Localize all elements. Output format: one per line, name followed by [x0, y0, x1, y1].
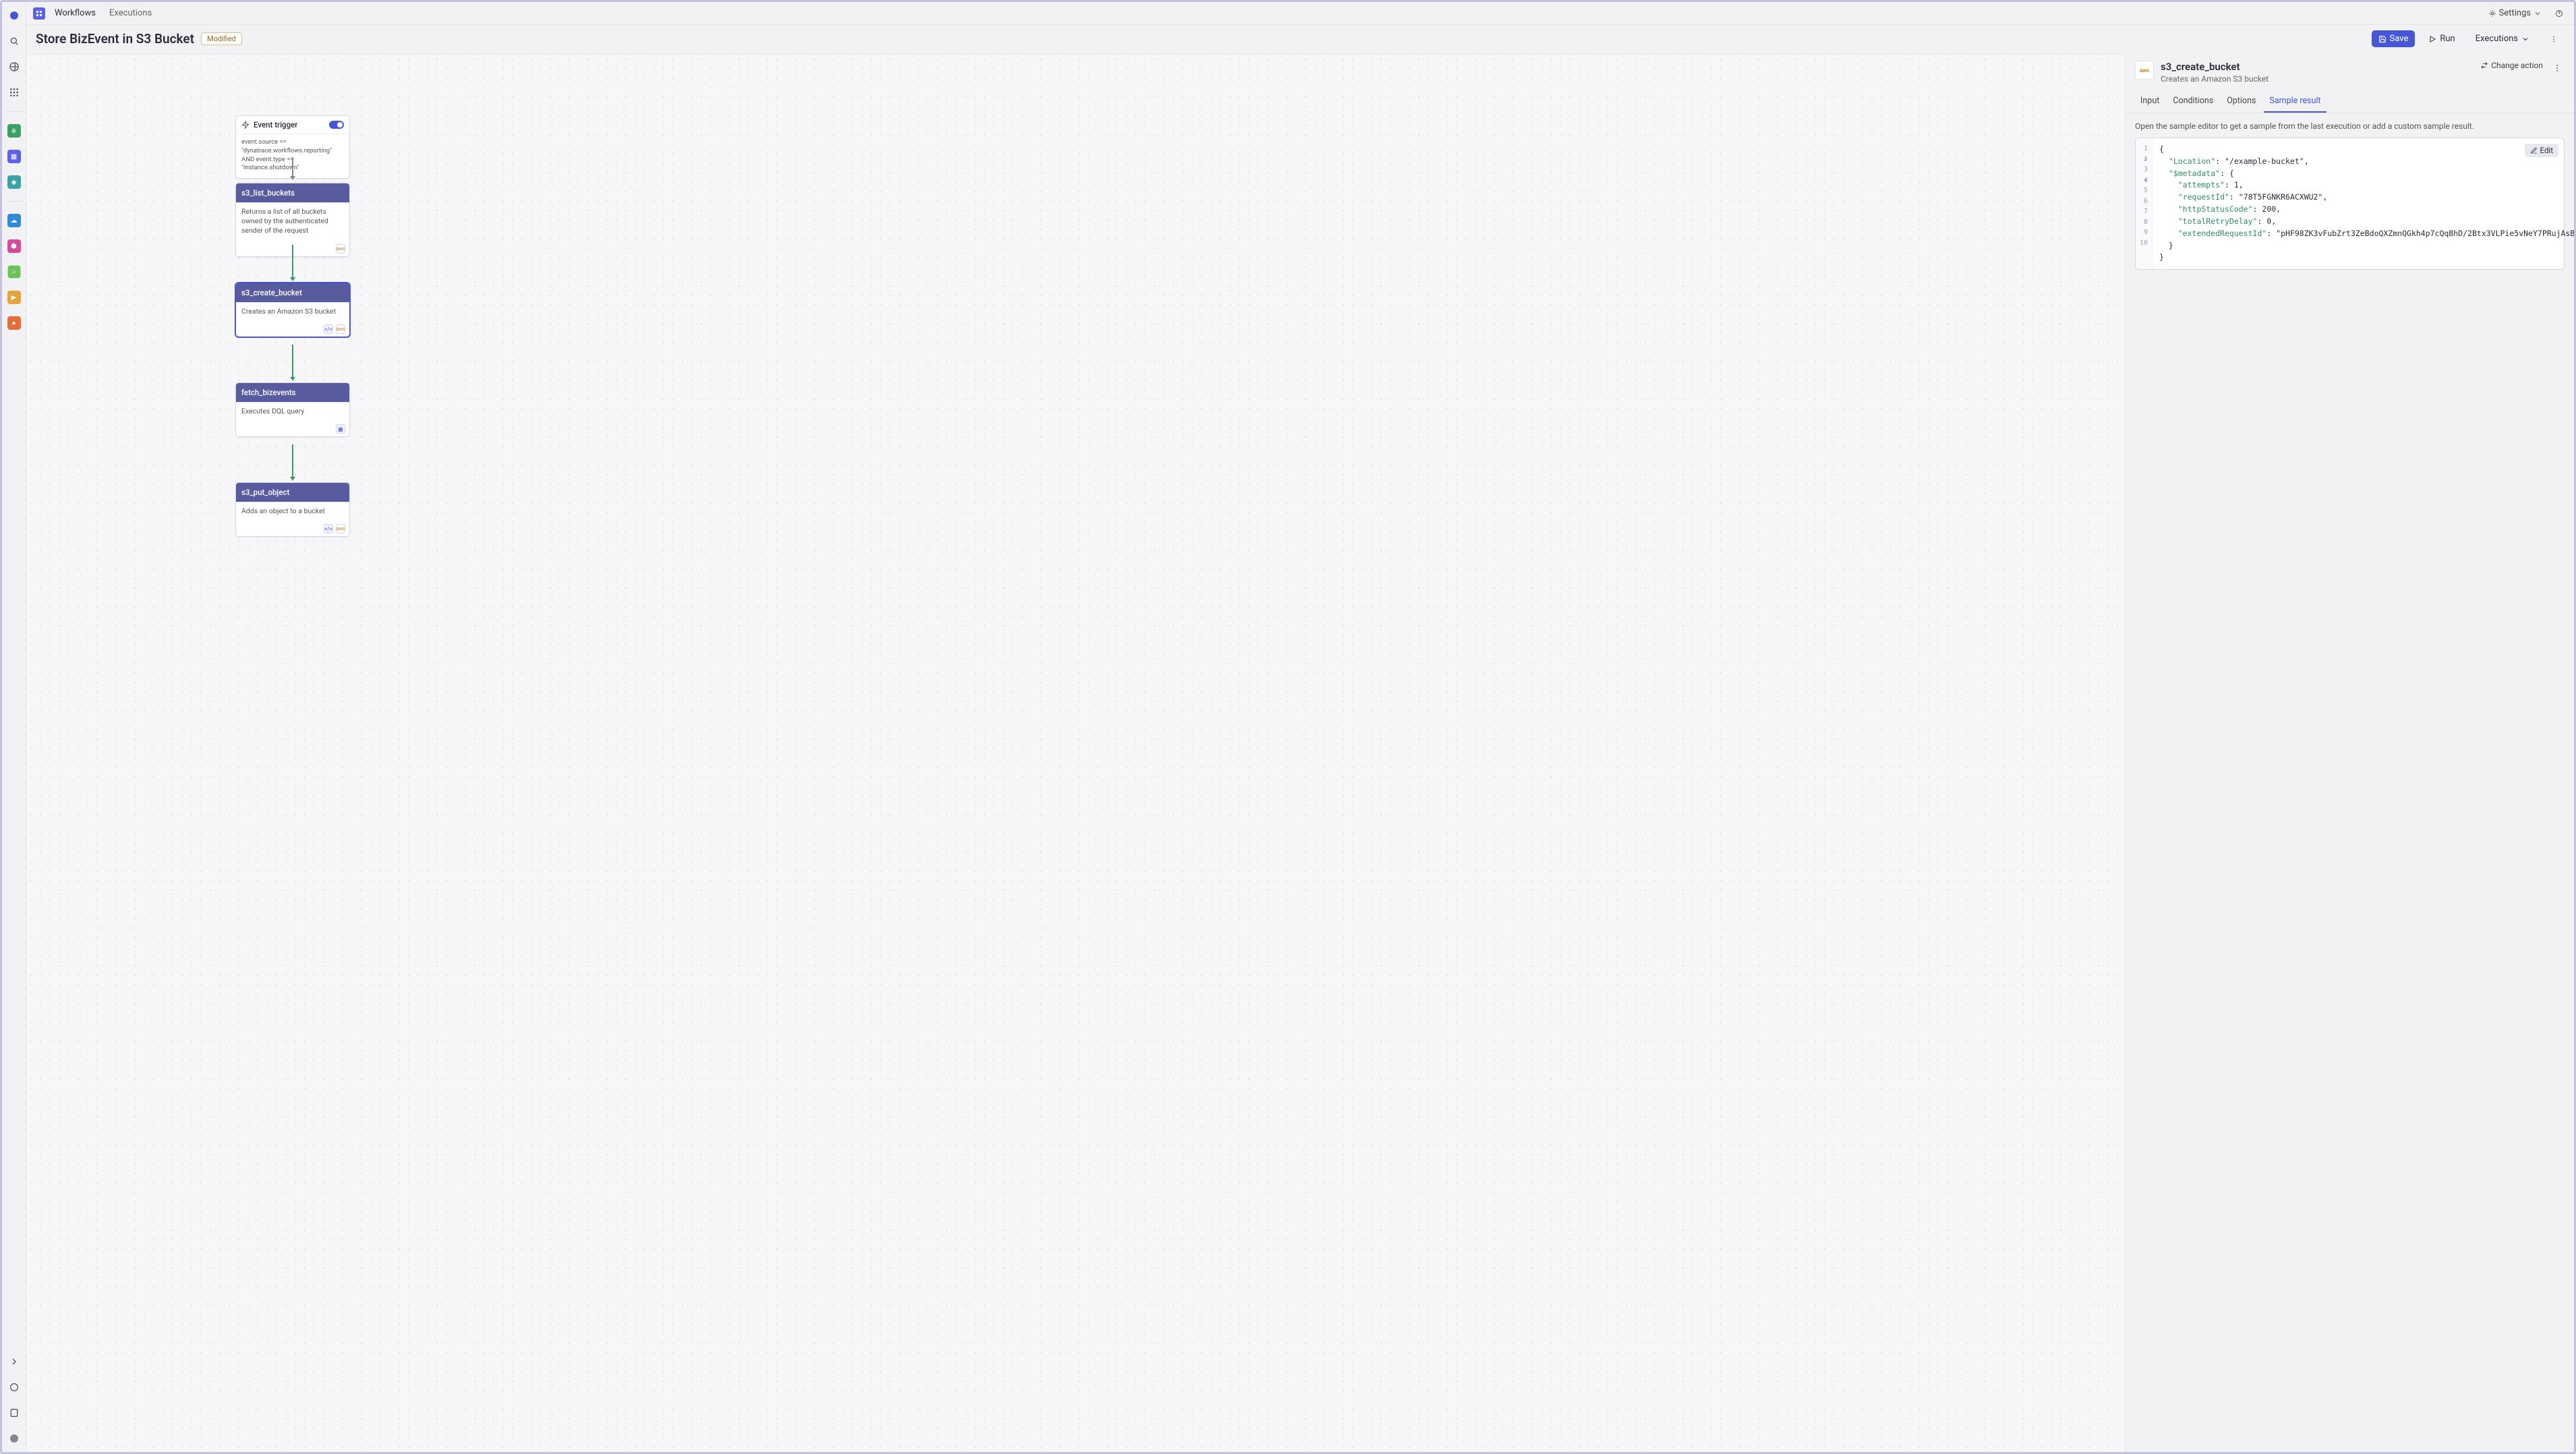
swap-icon [2480, 61, 2488, 69]
chevron-down-icon [2534, 9, 2542, 18]
node-title: s3_list_buckets [241, 188, 295, 198]
code-lines: { "Location": "/example-bucket", "$metad… [2153, 138, 2574, 269]
panel-title: s3_create_bucket [2161, 61, 2473, 73]
apps-icon[interactable] [6, 84, 22, 100]
code-icon: </> [324, 324, 333, 334]
executions-dropdown[interactable]: Executions [2469, 30, 2536, 47]
tab-sample-result[interactable]: Sample result [2264, 92, 2326, 113]
node-title: fetch_bizevents [241, 388, 296, 397]
node-title: Event trigger [254, 120, 297, 129]
aws-icon: aws [336, 244, 345, 254]
node-title: s3_put_object [241, 488, 289, 497]
trigger-toggle[interactable] [329, 121, 344, 129]
modified-badge: Modified [201, 32, 242, 45]
panel-more-button[interactable] [2550, 61, 2565, 78]
node-description: Adds an object to a bucket [236, 502, 349, 521]
executions-label: Executions [2476, 34, 2518, 44]
more-vertical-icon [2552, 63, 2562, 73]
save-icon [2378, 35, 2387, 43]
report-icon[interactable] [6, 1405, 22, 1421]
rail-app-8[interactable]: ● [6, 315, 22, 331]
save-button[interactable]: Save [2372, 30, 2416, 47]
lightning-icon [241, 121, 250, 129]
panel-subtitle: Creates an Amazon S3 bucket [2161, 74, 2473, 84]
tab-input[interactable]: Input [2135, 92, 2165, 113]
aws-icon: aws [336, 324, 345, 334]
topbar: Workflows Executions Settings [26, 2, 2574, 25]
tab-conditions[interactable]: Conditions [2167, 92, 2219, 113]
workflows-app-icon [33, 7, 45, 20]
explore-icon[interactable] [6, 59, 22, 75]
action-details-panel: aws s3_create_bucket Creates an Amazon S… [2125, 54, 2574, 1452]
rail-divider-2 [6, 201, 22, 202]
gear-icon [2488, 9, 2496, 18]
pencil-icon [2530, 147, 2538, 154]
node-description: Returns a list of all buckets owned by t… [236, 202, 349, 241]
tab-workflows[interactable]: Workflows [51, 6, 100, 20]
rail-app-7[interactable]: ▶ [6, 289, 22, 306]
change-action-label: Change action [2491, 61, 2543, 70]
rail-app-1[interactable]: ⎈ [6, 123, 22, 139]
connector [292, 157, 293, 177]
connector [292, 345, 293, 378]
sample-hint: Open the sample editor to get a sample f… [2135, 121, 2565, 131]
left-nav-rail: ⎈ ▦ ◆ ☁ ⬢ ○ ▶ ● [2, 2, 26, 1452]
edit-sample-button[interactable]: Edit [2525, 144, 2558, 157]
node-title: s3_create_bucket [241, 288, 302, 297]
run-button[interactable]: Run [2422, 30, 2461, 47]
panel-tabs: InputConditionsOptionsSample result [2126, 86, 2574, 113]
node-s3-create-bucket[interactable]: s3_create_bucket Creates an Amazon S3 buc… [235, 283, 350, 337]
search-icon[interactable] [6, 33, 22, 49]
change-action-button[interactable]: Change action [2480, 61, 2543, 70]
connector [292, 245, 293, 279]
more-vertical-icon [2550, 35, 2558, 43]
globe-icon[interactable] [6, 1379, 22, 1395]
logo-icon[interactable] [6, 7, 22, 24]
node-footer: </>aws [236, 521, 349, 536]
account-icon[interactable] [6, 1430, 22, 1447]
tab-options[interactable]: Options [2221, 92, 2261, 113]
connector [292, 444, 293, 478]
save-label: Save [2390, 34, 2409, 44]
workflow-canvas[interactable]: Event trigger event.source == "dynatrace… [26, 54, 2125, 1452]
node-footer: ▦ [236, 421, 349, 436]
play-icon [2428, 35, 2436, 43]
settings-label: Settings [2499, 8, 2531, 18]
workflow-title: Store BizEvent in S3 Bucket [36, 31, 194, 47]
node-footer: </>aws [236, 322, 349, 337]
rail-app-6[interactable]: ○ [6, 264, 22, 280]
run-label: Run [2440, 34, 2455, 44]
node-fetch-bizevents[interactable]: fetch_bizevents Executes DQL query ▦ [235, 382, 350, 437]
expand-rail-icon[interactable] [6, 1354, 22, 1370]
help-button[interactable] [2551, 7, 2567, 20]
settings-button[interactable]: Settings [2484, 6, 2546, 20]
rail-app-3[interactable]: ◆ [6, 174, 22, 190]
rail-app-2[interactable]: ▦ [6, 148, 22, 165]
aws-icon: aws [2135, 61, 2154, 80]
node-description: Creates an Amazon S3 bucket [236, 302, 349, 322]
help-icon [2555, 9, 2563, 18]
rail-app-5[interactable]: ⬢ [6, 238, 22, 254]
aws-icon: aws [336, 524, 345, 533]
code-gutter: 1 ▾23 ▾45678910 [2136, 138, 2153, 269]
chevron-down-icon [2521, 35, 2529, 43]
node-description: Executes DQL query [236, 402, 349, 421]
node-s3-put-object[interactable]: s3_put_objectAdds an object to a bucket<… [235, 482, 350, 537]
rail-app-4[interactable]: ☁ [6, 212, 22, 229]
tab-executions[interactable]: Executions [105, 6, 156, 20]
workflow-header: Store BizEvent in S3 Bucket Modified Sav… [26, 25, 2574, 54]
sample-result-code: Edit 1 ▾23 ▾45678910 { "Location": "/exa… [2135, 138, 2565, 270]
code-icon: </> [324, 524, 333, 533]
edit-label: Edit [2540, 146, 2553, 155]
more-menu-button[interactable] [2543, 32, 2565, 47]
grid-icon: ▦ [336, 424, 345, 434]
rail-divider [6, 111, 22, 112]
